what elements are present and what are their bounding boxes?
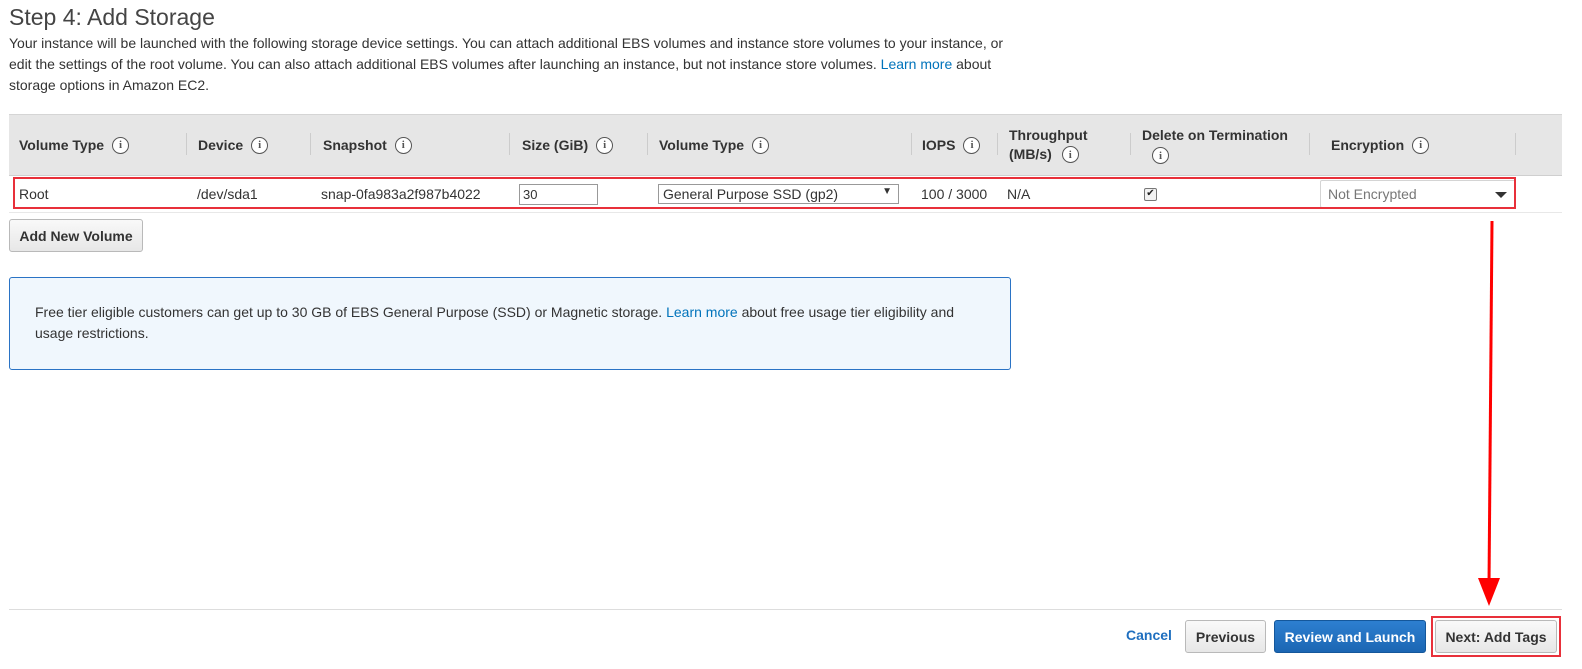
cell-iops: 100 / 3000 xyxy=(921,186,988,202)
table-row: Root /dev/sda1 snap-0fa983a2f987b4022 Ge… xyxy=(9,176,1562,213)
header-snapshot-label: Snapshot xyxy=(323,136,387,153)
cell-throughput: N/A xyxy=(1007,186,1031,202)
storage-table: Volume Type i Device i Snapshot i Size (… xyxy=(9,114,1562,213)
delete-on-termination-checkbox[interactable]: ✔ xyxy=(1144,187,1157,201)
learn-more-storage-link[interactable]: Learn more xyxy=(881,56,953,72)
header-iops-label: IOPS xyxy=(922,136,956,153)
review-and-launch-button[interactable]: Review and Launch xyxy=(1274,620,1426,653)
info-icon[interactable]: i xyxy=(394,136,412,154)
footer-divider xyxy=(9,609,1562,610)
cell-encryption: Not Encrypted xyxy=(1320,176,1516,212)
header-throughput-unit: (MB/s) xyxy=(1009,146,1052,162)
volume-type-select[interactable]: General Purpose SSD (gp2) ▼ xyxy=(658,184,899,204)
info-icon[interactable]: i xyxy=(963,136,981,154)
page-title: Step 4: Add Storage xyxy=(9,4,215,30)
header-size: Size (GiB) i xyxy=(509,115,614,175)
header-device-label: Device xyxy=(198,136,244,153)
cell-volume-type-select: General Purpose SSD (gp2) ▼ xyxy=(658,176,899,212)
header-snapshot: Snapshot i xyxy=(310,115,412,175)
info-box-text: Free tier eligible customers can get up … xyxy=(35,304,667,320)
learn-more-free-tier-link[interactable]: Learn more xyxy=(666,304,738,320)
cell-volume-type: Root xyxy=(19,186,49,202)
header-volume-type-2-label: Volume Type xyxy=(659,136,745,153)
header-device: Device i xyxy=(186,115,269,175)
header-encryption-label: Encryption xyxy=(1331,136,1405,153)
cell-delete-on-termination: ✔ xyxy=(1144,176,1157,212)
header-volume-type: Volume Type i xyxy=(19,115,130,175)
previous-button[interactable]: Previous xyxy=(1185,620,1266,653)
table-header: Volume Type i Device i Snapshot i Size (… xyxy=(9,114,1562,176)
info-icon[interactable]: i xyxy=(1061,146,1079,163)
header-delete-on-termination-label: Delete on Termination xyxy=(1142,127,1288,143)
header-size-label: Size (GiB) xyxy=(522,136,589,153)
header-iops: IOPS i xyxy=(911,115,981,175)
info-icon[interactable]: i xyxy=(596,136,614,154)
header-throughput-label: Throughput xyxy=(1009,127,1088,143)
cell-size xyxy=(519,176,598,212)
chevron-down-icon: ▼ xyxy=(882,186,892,197)
info-icon[interactable]: i xyxy=(251,136,269,154)
header-delete-on-termination: Delete on Termination i xyxy=(1130,115,1288,175)
next-add-tags-button[interactable]: Next: Add Tags xyxy=(1435,620,1557,653)
add-storage-page: Step 4: Add Storage Your instance will b… xyxy=(0,0,1582,669)
free-tier-info-box: Free tier eligible customers can get up … xyxy=(9,277,1011,370)
header-volume-type-2: Volume Type i xyxy=(647,115,770,175)
header-encryption: Encryption i xyxy=(1309,115,1430,175)
cell-device: /dev/sda1 xyxy=(197,186,258,202)
add-new-volume-button[interactable]: Add New Volume xyxy=(9,219,143,252)
header-volume-type-label: Volume Type xyxy=(19,136,105,153)
info-icon[interactable]: i xyxy=(1152,147,1169,164)
encryption-select[interactable]: Not Encrypted xyxy=(1320,180,1516,208)
encryption-select-value: Not Encrypted xyxy=(1328,186,1417,202)
page-description: Your instance will be launched with the … xyxy=(9,33,1009,96)
header-throughput: Throughput (MB/s) i xyxy=(997,115,1088,175)
cell-snapshot: snap-0fa983a2f987b4022 xyxy=(321,186,481,202)
info-icon[interactable]: i xyxy=(1412,136,1430,154)
description-text: Your instance will be launched with the … xyxy=(9,35,1004,72)
size-input[interactable] xyxy=(519,183,598,205)
info-icon[interactable]: i xyxy=(752,136,770,154)
info-icon[interactable]: i xyxy=(112,136,130,154)
volume-type-select-value: General Purpose SSD (gp2) xyxy=(663,186,839,202)
chevron-down-icon xyxy=(1495,192,1507,198)
cancel-link[interactable]: Cancel xyxy=(1126,627,1172,643)
